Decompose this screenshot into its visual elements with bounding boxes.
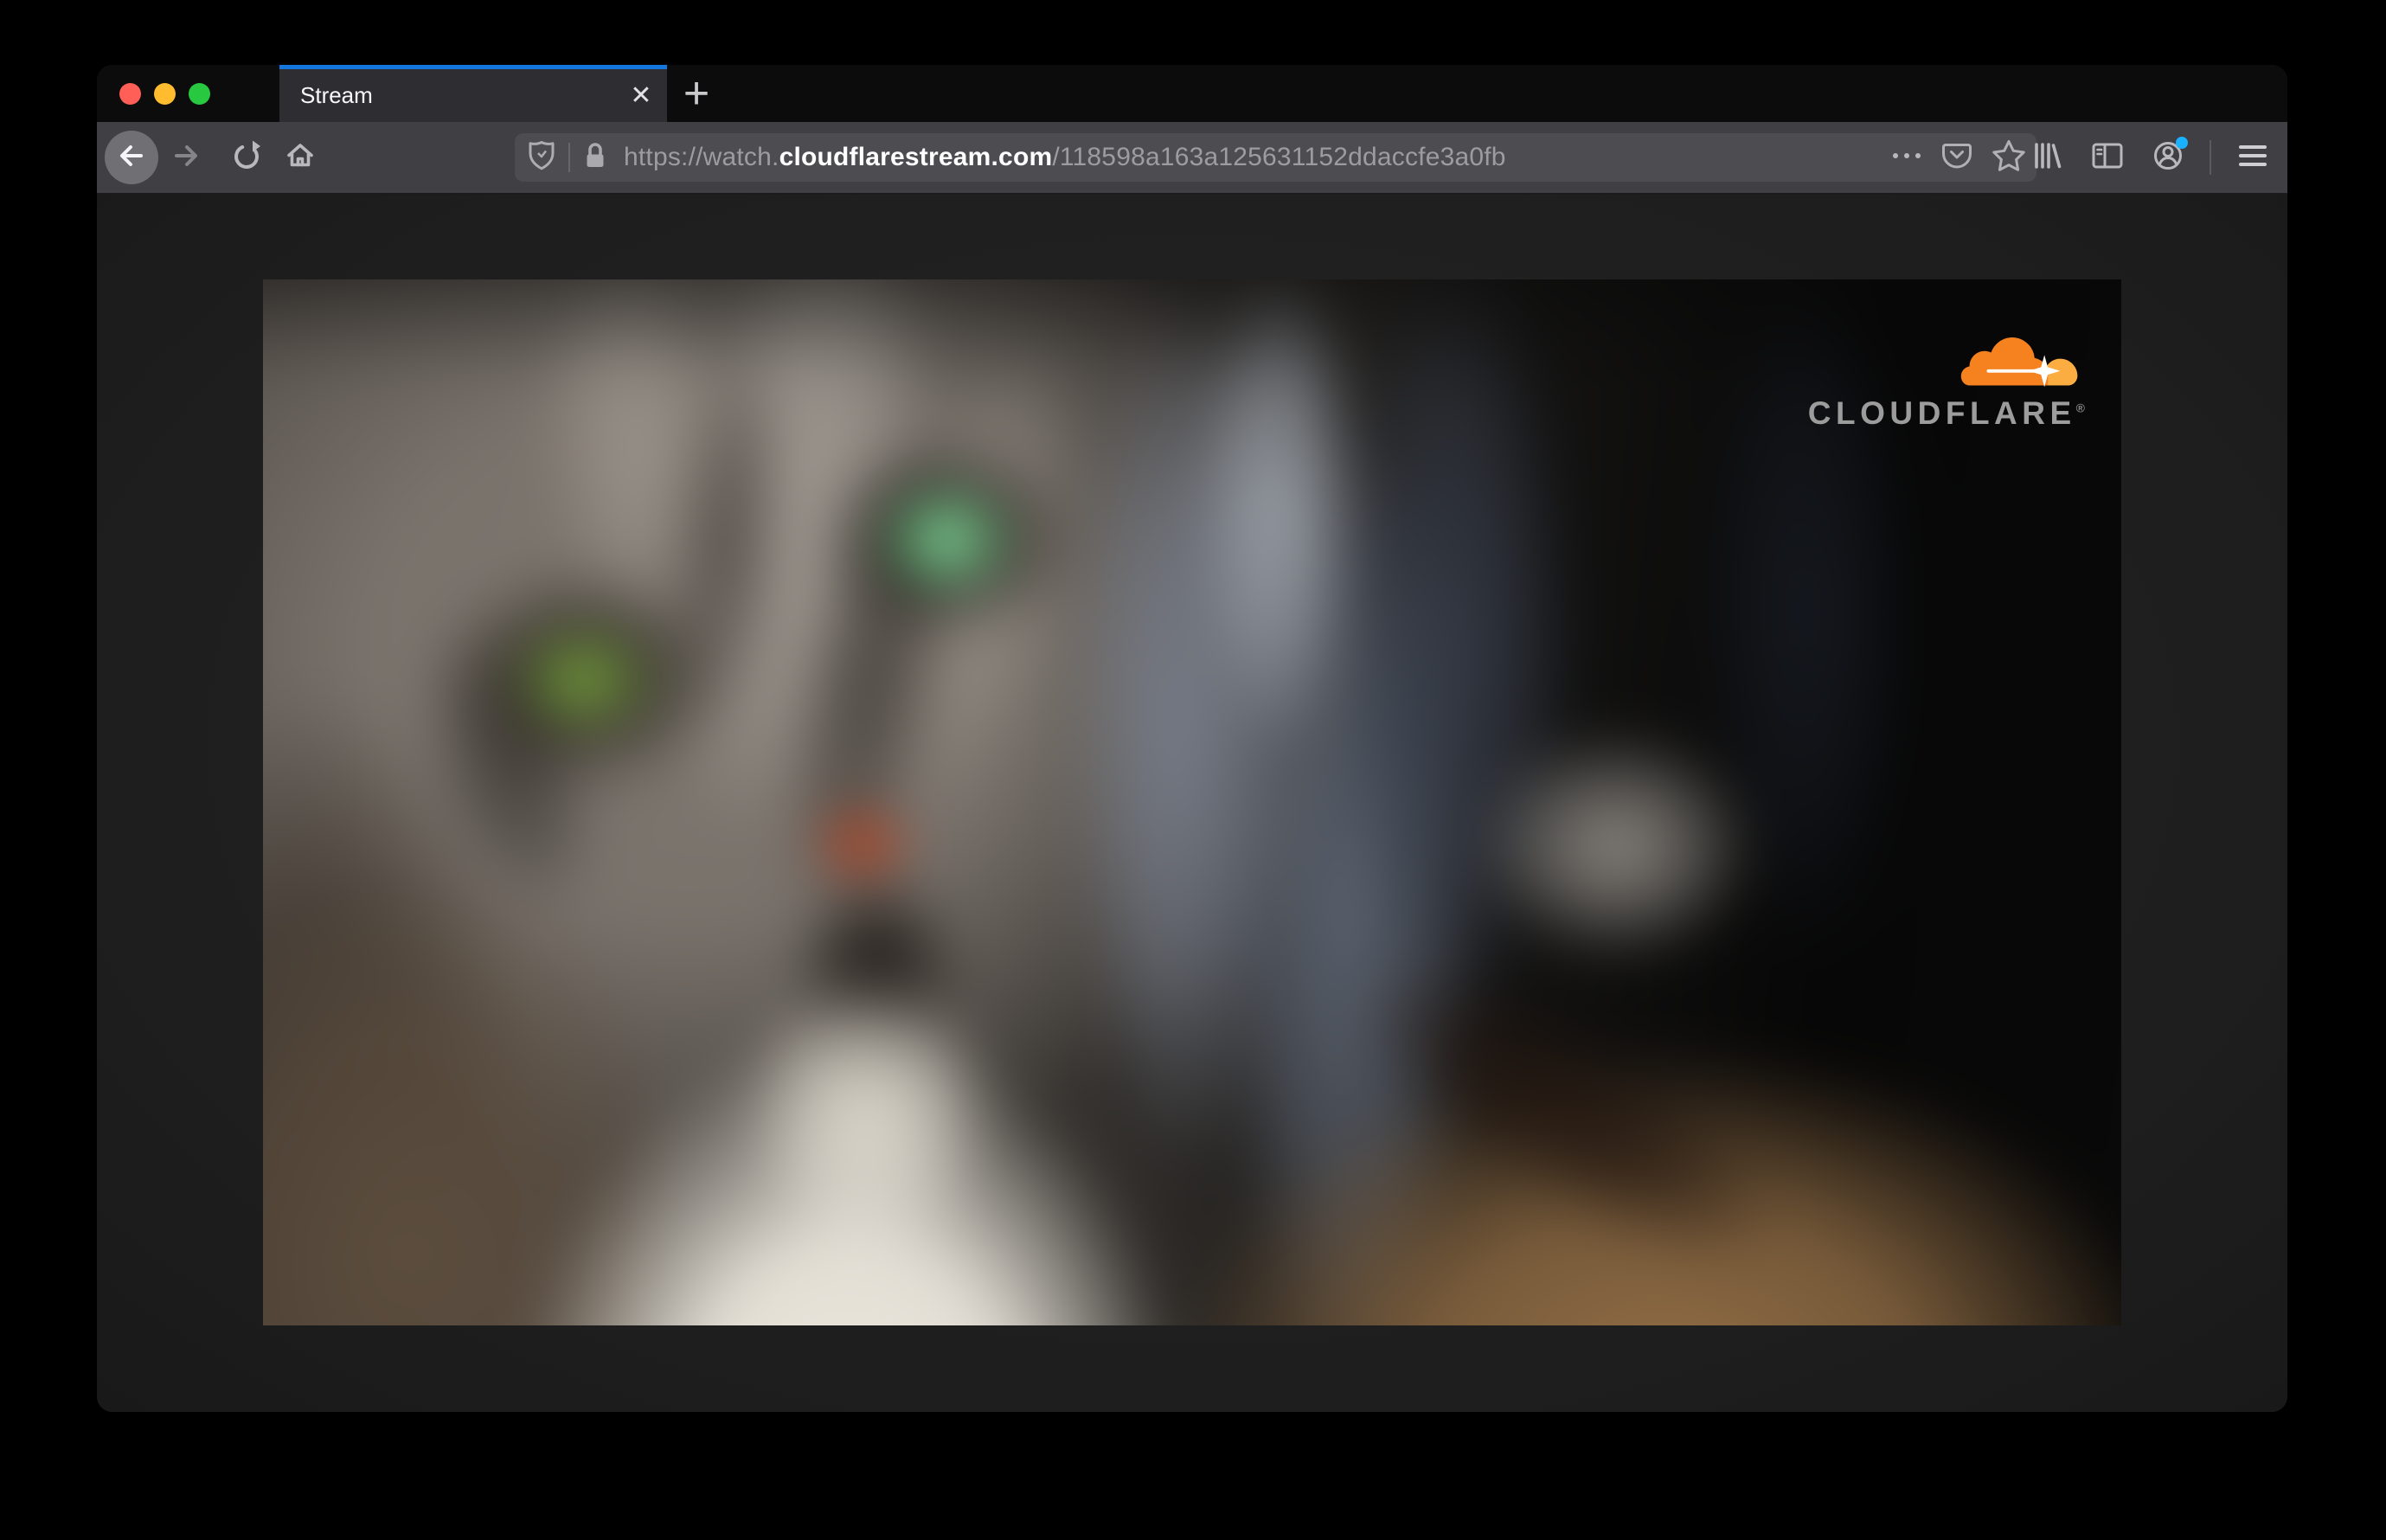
address-bar-right-icons	[1891, 139, 2036, 176]
navigation-toolbar: https://watch.cloudflarestream.com/11859…	[97, 122, 2287, 195]
cloudflare-logo: CLOUDFLARE®	[1808, 324, 2085, 432]
reload-button[interactable]	[229, 122, 264, 193]
lock-icon[interactable]	[582, 140, 608, 176]
browser-window: Stream ✕ + https://watch.cloudflarestrea…	[97, 65, 2287, 1412]
cloudflare-cloud-icon	[1960, 337, 2078, 388]
forward-arrow-icon	[169, 138, 203, 177]
window-controls	[119, 65, 210, 122]
sidebar-button[interactable]	[2088, 138, 2126, 176]
account-button[interactable]	[2149, 137, 2188, 176]
url-domain: cloudflarestream.com	[779, 143, 1053, 171]
notification-dot	[2176, 137, 2188, 149]
library-button[interactable]	[2028, 138, 2066, 176]
art-blob	[1474, 729, 1760, 963]
back-arrow-icon	[114, 138, 149, 177]
menu-button[interactable]	[2234, 138, 2272, 176]
back-button[interactable]	[105, 131, 158, 184]
tab-strip: Stream ✕ +	[97, 65, 2287, 122]
library-icon	[2030, 138, 2064, 177]
cat-right-eye	[876, 481, 1018, 598]
new-tab-button[interactable]: +	[677, 71, 715, 116]
tab-close-button[interactable]: ✕	[622, 77, 660, 115]
trademark-glyph: ®	[2075, 401, 2085, 415]
sidebar-icon	[2090, 140, 2125, 176]
hamburger-menu-icon	[2237, 143, 2268, 173]
toolbar-divider	[2210, 140, 2211, 175]
home-icon	[283, 138, 317, 177]
address-bar-left-icons	[515, 139, 608, 176]
blurred-video-art-cat	[263, 279, 2121, 1325]
tab-title: Stream	[300, 82, 373, 108]
cloudflare-wordmark: CLOUDFLARE®	[1807, 395, 2085, 431]
toolbar-right	[2028, 122, 2287, 193]
forward-button[interactable]	[169, 122, 203, 193]
bookmark-star-button[interactable]	[1992, 139, 2026, 176]
page-content: CLOUDFLARE®	[97, 195, 2287, 1412]
minimize-window-button[interactable]	[154, 82, 176, 105]
close-window-button[interactable]	[119, 82, 141, 105]
url-path: /118598a163a125631152ddaccfe3a0fb	[1052, 143, 1506, 171]
url-text: https://watch.cloudflarestream.com/11859…	[624, 143, 1506, 172]
cat-left-eye	[503, 617, 664, 742]
zoom-window-button[interactable]	[189, 82, 210, 105]
pocket-save-button[interactable]	[1941, 141, 1972, 175]
tracking-protection-shield-icon[interactable]	[527, 139, 556, 176]
video-player[interactable]: CLOUDFLARE®	[263, 279, 2121, 1325]
home-button[interactable]	[283, 122, 317, 193]
page-actions-button[interactable]	[1891, 150, 1922, 165]
address-bar-separator	[568, 143, 570, 172]
url-prefix: https://watch.	[624, 143, 779, 171]
reload-icon	[229, 138, 264, 177]
address-bar[interactable]: https://watch.cloudflarestream.com/11859…	[515, 133, 2036, 182]
desktop-background: { "tab_strip": { "active_tab": { "title"…	[0, 0, 2386, 1540]
tab-stream[interactable]: Stream ✕	[279, 65, 667, 122]
